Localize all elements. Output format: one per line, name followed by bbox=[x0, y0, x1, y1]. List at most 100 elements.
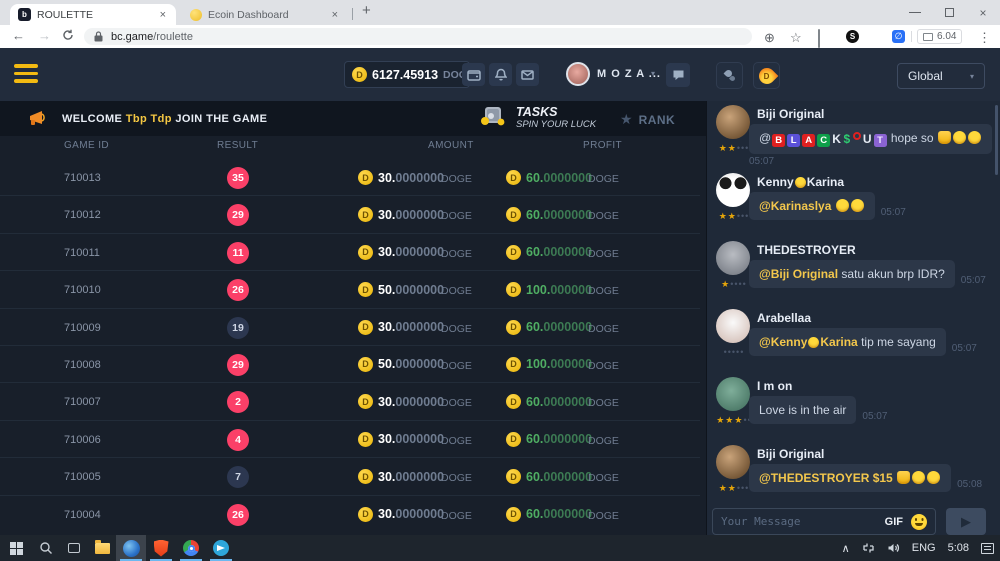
messages-button[interactable] bbox=[516, 63, 539, 86]
amount-currency: DOGE bbox=[441, 248, 472, 260]
tasks-widget[interactable]: TASKS SPIN YOUR LUCK bbox=[478, 104, 596, 130]
table-row[interactable]: 710007 2 30.0000000 DOGE 60.0000000 DOGE bbox=[0, 383, 700, 420]
wallet-button[interactable] bbox=[462, 63, 485, 86]
taskbar-app-chrome[interactable] bbox=[176, 535, 206, 561]
amount: 30.0000000 bbox=[378, 470, 444, 484]
avatar[interactable] bbox=[716, 173, 750, 207]
price-ticker-extension[interactable]: 6.04 bbox=[917, 29, 962, 44]
chat-channel-select[interactable]: Global ▾ bbox=[897, 63, 985, 89]
close-button[interactable]: × bbox=[966, 0, 1000, 25]
profit: 60.0000000 bbox=[526, 320, 592, 334]
avatar[interactable] bbox=[716, 105, 750, 139]
minimize-button[interactable] bbox=[898, 0, 932, 25]
extension-cube-icon[interactable] bbox=[818, 30, 820, 48]
game-id: 710010 bbox=[64, 284, 101, 296]
send-message-button[interactable]: ▶ bbox=[946, 508, 986, 535]
taskbar-app-brave[interactable] bbox=[146, 535, 176, 561]
balance-value: 6127.45913 bbox=[372, 68, 438, 82]
back-icon[interactable]: ← bbox=[12, 28, 25, 43]
profit: 100.000000 bbox=[526, 357, 592, 371]
forward-icon[interactable]: → bbox=[38, 28, 51, 43]
table-row[interactable]: 710006 4 30.0000000 DOGE 60.0000000 DOGE bbox=[0, 421, 700, 458]
table-row[interactable]: 710005 7 30.0000000 DOGE 60.0000000 DOGE bbox=[0, 458, 700, 495]
hamburger-menu-icon[interactable] bbox=[14, 64, 38, 84]
coin-flame-button[interactable]: D bbox=[753, 62, 780, 89]
raised-hand-emoji bbox=[897, 471, 910, 484]
taskbar-clock[interactable]: 5:08 bbox=[942, 535, 975, 561]
address-bar[interactable]: bc.game/roulette bbox=[84, 28, 752, 45]
amount-currency: DOGE bbox=[441, 472, 472, 484]
start-button[interactable] bbox=[0, 535, 32, 561]
avatar[interactable] bbox=[716, 445, 750, 479]
notification-icon bbox=[981, 543, 994, 554]
emoji-picker-icon[interactable] bbox=[911, 514, 927, 530]
joy-emoji bbox=[927, 471, 940, 484]
taskbar-search-button[interactable] bbox=[32, 535, 60, 561]
table-row[interactable]: 710004 26 30.0000000 DOGE 60.0000000 DOG… bbox=[0, 496, 700, 533]
profit-currency: DOGE bbox=[588, 435, 619, 447]
table-row[interactable]: 710013 35 30.0000000 DOGE 60.0000000 DOG… bbox=[0, 159, 700, 196]
tab-close-icon[interactable]: × bbox=[158, 9, 168, 21]
volume-icon[interactable] bbox=[881, 535, 906, 561]
tab-close-icon[interactable]: × bbox=[330, 9, 340, 21]
chat-username: I m on bbox=[757, 379, 792, 393]
extension-s-icon[interactable] bbox=[846, 30, 859, 43]
tab-ecoin-dashboard[interactable]: Ecoin Dashboard × bbox=[182, 4, 348, 25]
reload-icon[interactable] bbox=[62, 29, 74, 44]
taskbar-app-browser[interactable] bbox=[116, 535, 146, 561]
user-avatar[interactable] bbox=[566, 62, 590, 86]
ecoin-favicon bbox=[190, 9, 202, 21]
bc-game-favicon bbox=[18, 8, 31, 21]
result-badge: 29 bbox=[227, 204, 249, 226]
new-tab-button[interactable]: + bbox=[362, 2, 371, 19]
heart-eyes-emoji bbox=[808, 337, 819, 348]
table-row[interactable]: 710009 19 30.0000000 DOGE 60.0000000 DOG… bbox=[0, 309, 700, 346]
restore-button[interactable] bbox=[932, 0, 966, 25]
tray-chevron-up[interactable]: ∧ bbox=[836, 535, 856, 561]
action-center-button[interactable] bbox=[975, 535, 1000, 561]
chevron-down-icon[interactable]: ▾ bbox=[651, 69, 655, 78]
chat-message-input[interactable] bbox=[721, 515, 877, 528]
amount: 30.0000000 bbox=[378, 507, 444, 521]
tasks-spinner-icon bbox=[478, 104, 508, 130]
table-row[interactable]: 710012 29 30.0000000 DOGE 60.0000000 DOG… bbox=[0, 196, 700, 233]
mention: @Karinaslya bbox=[759, 199, 831, 213]
extension-blocker-icon[interactable]: ∅ bbox=[892, 30, 905, 43]
table-header: GAME ID RESULT AMOUNT PROFIT bbox=[0, 140, 706, 158]
profit: 60.0000000 bbox=[526, 208, 592, 222]
browser-menu-icon[interactable]: ⋮ bbox=[978, 30, 991, 46]
game-id: 710013 bbox=[64, 172, 101, 184]
game-id: 710006 bbox=[64, 434, 101, 446]
gif-button[interactable]: GIF bbox=[885, 516, 903, 528]
avatar[interactable] bbox=[716, 309, 750, 343]
table-row[interactable]: 710008 29 50.0000000 DOGE 100.000000 DOG… bbox=[0, 346, 700, 383]
table-row[interactable]: 710010 26 50.0000000 DOGE 100.000000 DOG… bbox=[0, 271, 700, 308]
bell-icon bbox=[495, 68, 507, 81]
taskbar-app-telegram[interactable] bbox=[206, 535, 236, 561]
language-indicator[interactable]: ENG bbox=[906, 535, 942, 561]
balance-selector[interactable]: 6127.45913 DOGE ▾ bbox=[344, 61, 470, 88]
task-view-button[interactable] bbox=[60, 535, 88, 561]
rank-widget[interactable]: ★ RANK bbox=[620, 111, 675, 128]
tab-roulette[interactable]: ROULETTE × bbox=[10, 4, 176, 25]
file-explorer-button[interactable] bbox=[88, 535, 116, 561]
avatar[interactable] bbox=[716, 377, 750, 411]
lock-icon bbox=[94, 31, 103, 42]
coin-drop-button[interactable] bbox=[716, 62, 743, 89]
chat-message: ★★★•• I m on Love is in the air 05:07 bbox=[707, 377, 1000, 445]
amount-currency: DOGE bbox=[441, 323, 472, 335]
network-icon[interactable] bbox=[856, 535, 881, 561]
doge-coin-icon bbox=[506, 394, 521, 409]
notifications-button[interactable] bbox=[489, 63, 512, 86]
bookmark-star-icon[interactable]: ☆ bbox=[790, 30, 802, 46]
amount-currency: DOGE bbox=[441, 435, 472, 447]
amount: 30.0000000 bbox=[378, 171, 444, 185]
joy-emoji bbox=[953, 131, 966, 144]
chat-toggle-button[interactable] bbox=[666, 63, 690, 87]
result-badge: 7 bbox=[227, 466, 249, 488]
table-row[interactable]: 710011 11 30.0000000 DOGE 60.0000000 DOG… bbox=[0, 234, 700, 271]
chat-bubble: @Biji Original satu akun brp IDR? bbox=[749, 260, 955, 288]
avatar[interactable] bbox=[716, 241, 750, 275]
result-badge: 26 bbox=[227, 279, 249, 301]
share-icon[interactable]: ⊕ bbox=[764, 30, 775, 46]
